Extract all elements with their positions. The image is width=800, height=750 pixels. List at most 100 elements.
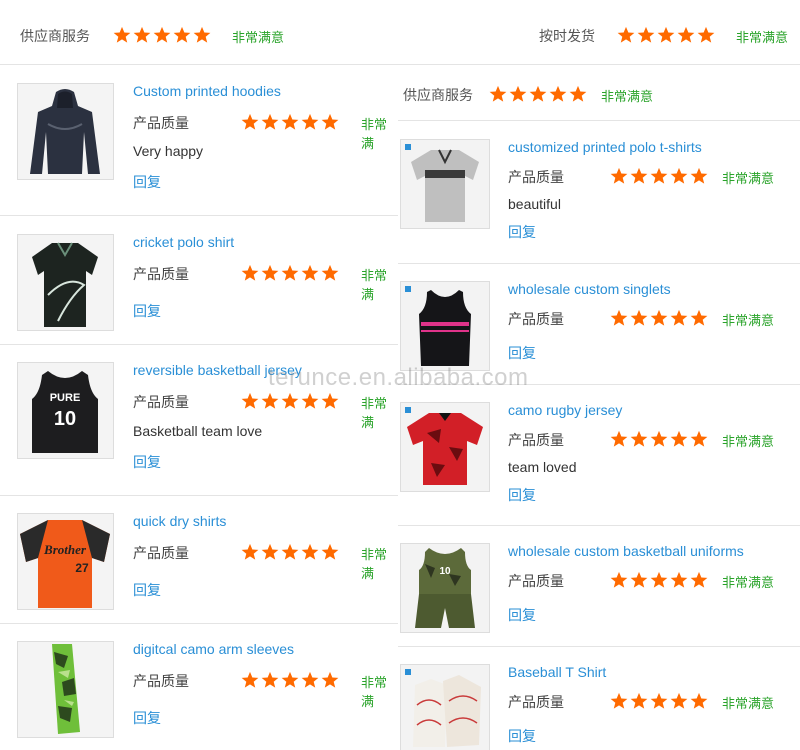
quality-label: 产品质量 [508, 694, 564, 710]
star-icon [670, 167, 688, 185]
star-icon [261, 671, 279, 689]
product-thumbnail[interactable] [17, 83, 114, 180]
product-title-link[interactable]: cricket polo shirt [133, 234, 234, 250]
reply-link[interactable]: 回复 [133, 172, 161, 192]
star-icon [281, 543, 299, 561]
row-divider [398, 263, 800, 264]
quality-stars [241, 543, 339, 561]
review-comment: beautiful [508, 196, 561, 212]
star-icon [529, 85, 547, 103]
ontime-delivery-stars [617, 26, 715, 44]
basketball-jersey-image: PURE 10 [32, 371, 98, 453]
star-icon [301, 113, 319, 131]
star-icon [650, 309, 668, 327]
star-icon [657, 26, 675, 44]
quality-stars [610, 309, 708, 327]
star-icon [630, 571, 648, 589]
reply-link[interactable]: 回复 [508, 222, 536, 242]
reply-link[interactable]: 回复 [133, 301, 161, 321]
star-icon [617, 26, 635, 44]
star-icon [241, 392, 259, 410]
jersey-name-print: PURE [50, 392, 81, 404]
star-icon [630, 692, 648, 710]
product-title-link[interactable]: Baseball T Shirt [508, 664, 606, 680]
watermark: terunce.en.alibaba.com [268, 364, 529, 391]
star-icon [301, 671, 319, 689]
star-icon [321, 543, 339, 561]
product-thumbnail[interactable] [17, 641, 114, 738]
star-icon [261, 264, 279, 282]
product-title-link[interactable]: Custom printed hoodies [133, 83, 281, 99]
product-title-link[interactable]: wholesale custom singlets [508, 281, 671, 297]
star-icon [690, 430, 708, 448]
reply-link[interactable]: 回复 [508, 343, 536, 363]
product-title-link[interactable]: camo rugby jersey [508, 402, 622, 418]
basketball-uniform-image: 10 [415, 548, 475, 628]
reply-link[interactable]: 回复 [508, 726, 536, 746]
quality-stars [241, 264, 339, 282]
right-review-list: 供应商服务 非常满意 customized printed polo t-shi… [398, 68, 800, 750]
product-thumbnail[interactable] [400, 139, 490, 229]
product-thumbnail[interactable]: PURE 10 [17, 362, 114, 459]
review-comment: team loved [508, 459, 577, 475]
star-icon [650, 571, 668, 589]
star-icon [261, 543, 279, 561]
row-divider [398, 525, 800, 526]
quality-rating: 非常满意 [722, 696, 775, 711]
quality-rating: 非常满意 [722, 313, 775, 328]
product-thumbnail[interactable]: 10 [400, 543, 490, 633]
shirt-name-print: Brother [43, 542, 87, 557]
star-icon [281, 671, 299, 689]
hoodie-image [30, 89, 100, 174]
quality-label: 产品质量 [133, 266, 189, 282]
quality-stars [610, 167, 708, 185]
quality-label: 产品质量 [133, 115, 189, 131]
star-icon [133, 26, 151, 44]
quality-rating: 非常满 [361, 675, 388, 709]
star-icon [301, 543, 319, 561]
reply-link[interactable]: 回复 [508, 485, 536, 505]
baseball-shirt-image [405, 669, 481, 747]
quality-rating: 非常满 [361, 547, 388, 581]
star-icon [549, 85, 567, 103]
star-icon [670, 430, 688, 448]
product-title-link[interactable]: digitcal camo arm sleeves [133, 641, 294, 657]
product-thumbnail[interactable] [17, 234, 114, 331]
product-title-link[interactable]: customized printed polo t-shirts [508, 139, 702, 155]
quality-label: 产品质量 [508, 169, 564, 185]
product-thumbnail[interactable] [400, 402, 490, 492]
quality-stars [241, 671, 339, 689]
quality-rating: 非常满意 [722, 434, 775, 449]
reply-link[interactable]: 回复 [133, 452, 161, 472]
rugby-jersey-image [405, 407, 483, 485]
quality-stars [241, 113, 339, 131]
quality-stars [610, 430, 708, 448]
star-icon [650, 692, 668, 710]
review-comment: Very happy [133, 143, 204, 159]
star-icon [321, 392, 339, 410]
quality-label: 产品质量 [133, 545, 189, 561]
star-icon [697, 26, 715, 44]
star-icon [301, 264, 319, 282]
reply-link[interactable]: 回复 [508, 605, 536, 625]
star-icon [637, 26, 655, 44]
product-thumbnail[interactable] [400, 664, 490, 750]
quality-label: 产品质量 [133, 394, 189, 410]
product-thumbnail[interactable] [400, 281, 490, 371]
star-icon [241, 671, 259, 689]
reply-link[interactable]: 回复 [133, 708, 161, 728]
star-icon [610, 430, 628, 448]
star-icon [690, 571, 708, 589]
row-divider [0, 344, 398, 345]
star-icon [509, 85, 527, 103]
product-title-link[interactable]: wholesale custom basketball uniforms [508, 543, 744, 559]
star-icon [321, 671, 339, 689]
product-thumbnail[interactable]: Brother 27 [17, 513, 114, 610]
product-title-link[interactable]: quick dry shirts [133, 513, 226, 529]
quality-label: 产品质量 [133, 673, 189, 689]
star-icon [261, 392, 279, 410]
star-icon [650, 167, 668, 185]
reply-link[interactable]: 回复 [133, 580, 161, 600]
quality-stars [241, 392, 339, 410]
star-icon [241, 264, 259, 282]
